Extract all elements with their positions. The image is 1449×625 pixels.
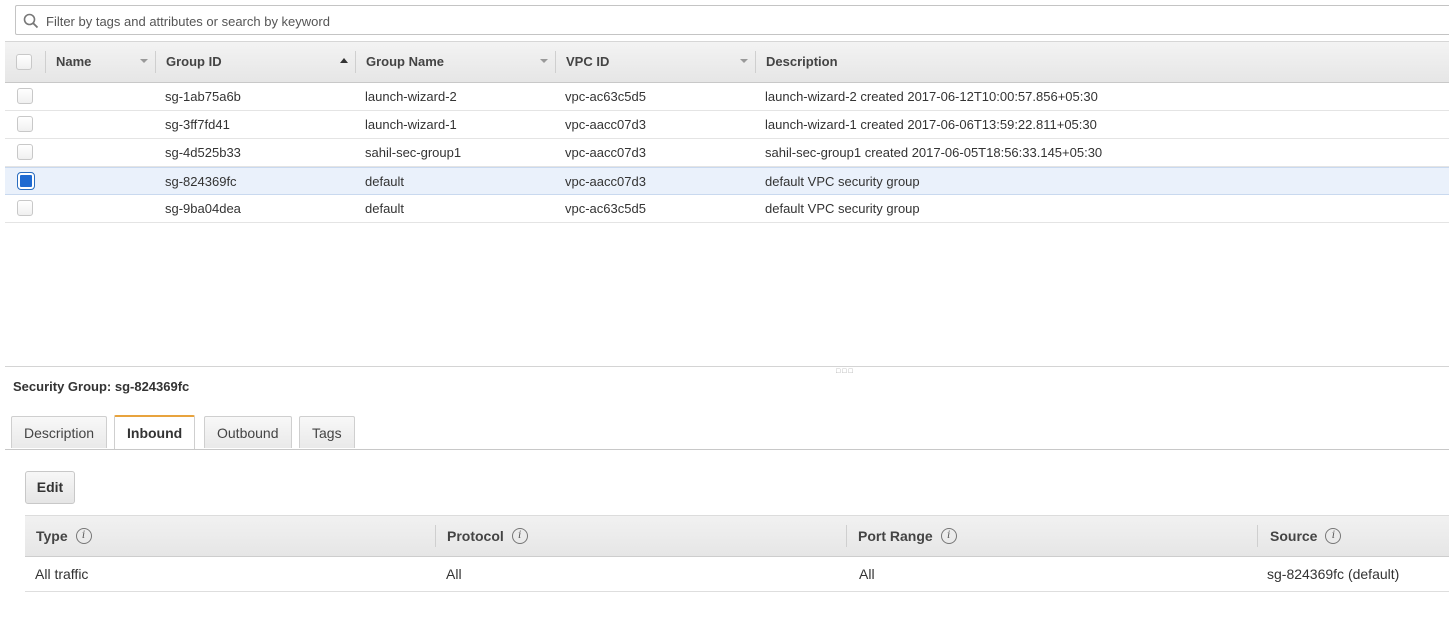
cell-vpc-id: vpc-aacc07d3 (565, 117, 646, 132)
rule-port-range: All (859, 566, 875, 582)
column-header-source-label: Source (1270, 528, 1318, 544)
info-icon[interactable]: i (940, 528, 957, 545)
table-row[interactable]: sg-3ff7fd41 launch-wizard-1 vpc-aacc07d3… (5, 111, 1449, 139)
cell-group-name: launch-wizard-1 (365, 117, 457, 132)
cell-group-id: sg-824369fc (165, 174, 237, 189)
table-row[interactable]: sg-9ba04dea default vpc-ac63c5d5 default… (5, 195, 1449, 223)
cell-group-id: sg-3ff7fd41 (165, 117, 230, 132)
cell-vpc-id: vpc-aacc07d3 (565, 145, 646, 160)
cell-description: default VPC security group (765, 174, 920, 189)
cell-description: sahil-sec-group1 created 2017-06-05T18:5… (765, 145, 1103, 160)
table-header: Name Group ID Group Name VPC ID Descript… (5, 41, 1449, 83)
inbound-rules-table: Type i Protocol i Port Range i Source i All … (25, 515, 1449, 592)
detail-pane-title: Security Group: sg-824369fc (13, 379, 190, 394)
tab-inbound[interactable]: Inbound (114, 415, 196, 449)
cell-description: launch-wizard-1 created 2017-06-06T13:59… (765, 117, 1097, 132)
security-groups-table: Name Group ID Group Name VPC ID Descript… (5, 41, 1449, 223)
column-header-description[interactable]: Description (756, 42, 1356, 82)
panel-splitter[interactable] (5, 366, 1449, 367)
tab-outbound[interactable]: Outbound (204, 416, 292, 448)
cell-vpc-id: vpc-ac63c5d5 (565, 201, 646, 216)
cell-group-name: default (365, 201, 405, 216)
column-header-type: Type i (36, 516, 92, 556)
select-all-checkbox[interactable] (16, 54, 32, 70)
rules-table-header: Type i Protocol i Port Range i Source i (25, 515, 1449, 557)
rule-type: All traffic (35, 566, 89, 582)
cell-group-id: sg-4d525b33 (165, 145, 241, 160)
column-header-protocol: Protocol i (447, 516, 528, 556)
table-row-selected[interactable]: sg-824369fc default vpc-aacc07d3 default… (5, 167, 1449, 195)
column-header-protocol-label: Protocol (447, 528, 504, 544)
table-row[interactable]: sg-1ab75a6b launch-wizard-2 vpc-ac63c5d5… (5, 83, 1449, 111)
tab-description[interactable]: Description (11, 416, 108, 448)
cell-group-name: launch-wizard-2 (365, 89, 457, 104)
column-header-vpc-id[interactable]: VPC ID (556, 42, 756, 82)
splitter-grip-icon[interactable]: □□□ (836, 368, 855, 375)
rule-row: All traffic All All sg-824369fc (default… (25, 557, 1449, 592)
cell-vpc-id: vpc-ac63c5d5 (565, 89, 646, 104)
filter-search-box[interactable] (15, 5, 1449, 35)
row-checkbox-checked[interactable] (17, 172, 35, 190)
cell-group-name: sahil-sec-group1 (365, 145, 462, 160)
column-header-name-label: Name (56, 54, 92, 69)
column-header-port-range: Port Range i (858, 516, 957, 556)
info-icon[interactable]: i (511, 528, 528, 545)
column-header-group-id-label: Group ID (166, 54, 222, 69)
filter-search-input[interactable] (44, 10, 1428, 32)
edit-button[interactable]: Edit (25, 471, 75, 504)
row-checkbox[interactable] (17, 200, 33, 216)
info-icon[interactable]: i (75, 528, 92, 545)
column-header-type-label: Type (36, 528, 68, 544)
search-icon (23, 13, 39, 29)
column-header-source: Source i (1270, 516, 1342, 556)
sort-caret-icon[interactable] (740, 59, 748, 63)
sort-caret-icon[interactable] (540, 59, 548, 63)
tab-tags[interactable]: Tags (299, 416, 355, 448)
column-header-port-range-label: Port Range (858, 528, 933, 544)
column-header-group-name[interactable]: Group Name (356, 42, 556, 82)
rule-protocol: All (446, 566, 462, 582)
column-header-description-label: Description (766, 54, 838, 69)
cell-group-id: sg-1ab75a6b (165, 89, 241, 104)
row-checkbox[interactable] (17, 88, 33, 104)
table-row[interactable]: sg-4d525b33 sahil-sec-group1 vpc-aacc07d… (5, 139, 1449, 167)
column-header-vpc-id-label: VPC ID (566, 54, 610, 69)
detail-tabs: Description Inbound Outbound Tags (5, 415, 1449, 450)
cell-vpc-id: vpc-aacc07d3 (565, 174, 646, 189)
info-icon[interactable]: i (1325, 528, 1342, 545)
cell-description: default VPC security group (765, 201, 920, 216)
rule-source: sg-824369fc (default) (1267, 566, 1400, 582)
sort-caret-icon[interactable] (140, 59, 148, 63)
column-header-group-name-label: Group Name (366, 54, 445, 69)
row-checkbox[interactable] (17, 144, 33, 160)
sort-ascending-icon[interactable] (340, 58, 348, 63)
cell-group-name: default (365, 174, 405, 189)
row-checkbox[interactable] (17, 116, 33, 132)
cell-description: launch-wizard-2 created 2017-06-12T10:00… (765, 89, 1098, 104)
column-header-group-id[interactable]: Group ID (156, 42, 356, 82)
cell-group-id: sg-9ba04dea (165, 201, 241, 216)
